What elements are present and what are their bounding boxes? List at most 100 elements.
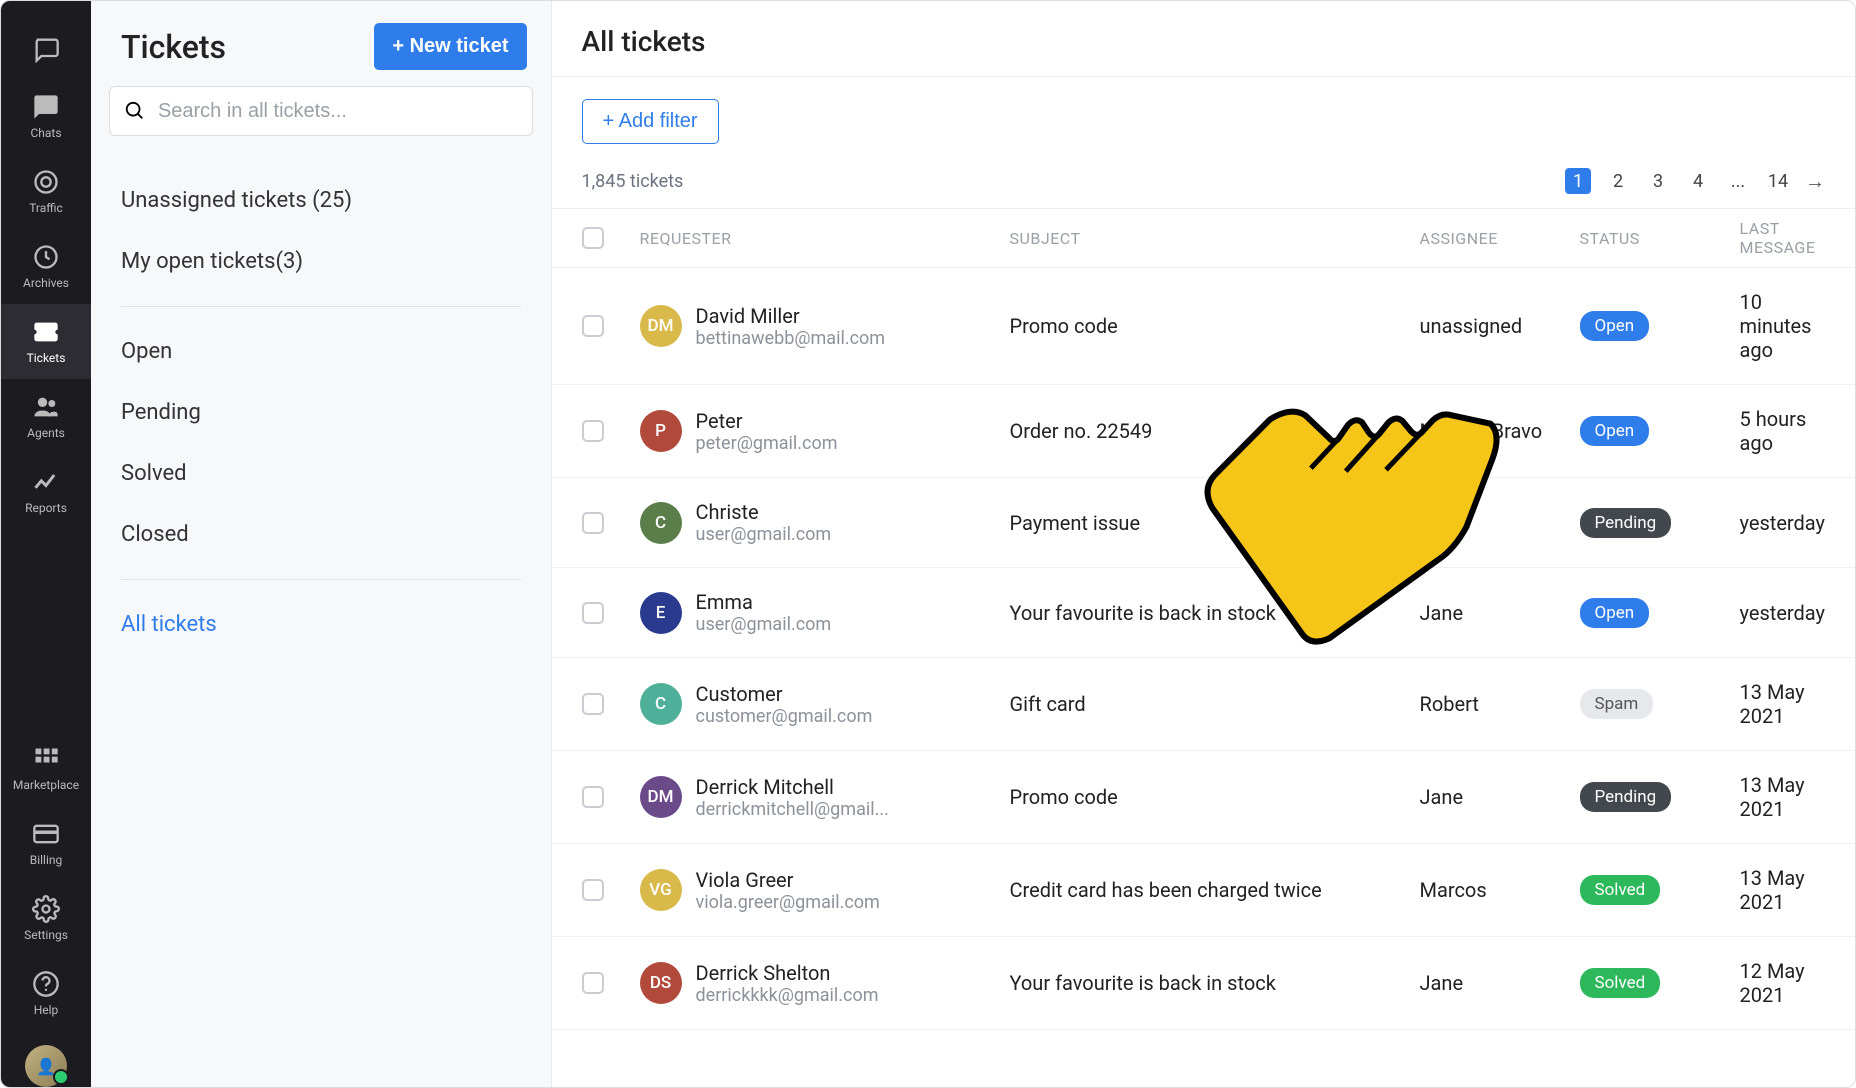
requester-email: bettinawebb@mail.com (696, 328, 886, 349)
requester-email: derrickkkk@gmail.com (696, 985, 879, 1006)
rail-label: Tickets (27, 351, 66, 365)
ticket-assignee: Jane (1420, 785, 1580, 809)
sidebar-item-open[interactable]: Open (91, 321, 551, 382)
ticket-count: 1,845 tickets (582, 171, 684, 192)
table-row[interactable]: DM David Miller bettinawebb@mail.com Pro… (552, 268, 1855, 385)
table-row[interactable]: E Emma user@gmail.com Your favourite is … (552, 568, 1855, 658)
rail-billing[interactable]: Billing (1, 806, 91, 881)
requester-name: Viola Greer (696, 868, 880, 892)
ticket-assignee: Marcos Bravo (1420, 419, 1580, 443)
rail-label: Agents (27, 426, 65, 440)
status-badge: Spam (1580, 689, 1654, 719)
ticket-lastmsg: 13 May 2021 (1740, 773, 1825, 821)
row-checkbox[interactable] (582, 420, 604, 442)
table-row[interactable]: C Customer customer@gmail.com Gift card … (552, 658, 1855, 751)
status-badge: Solved (1580, 875, 1661, 905)
page-4[interactable]: 4 (1685, 168, 1711, 194)
sidebar-item-pending[interactable]: Pending (91, 382, 551, 443)
rail-settings[interactable]: Settings (1, 881, 91, 956)
requester-email: viola.greer@gmail.com (696, 892, 880, 913)
rail-chats[interactable]: Chats (1, 79, 91, 154)
add-filter-button[interactable]: + Add filter (582, 99, 719, 144)
requester-avatar: C (640, 683, 682, 725)
table-row[interactable]: DM Derrick Mitchell derrickmitchell@gmai… (552, 751, 1855, 844)
page-3[interactable]: 3 (1645, 168, 1671, 194)
requester-avatar: VG (640, 869, 682, 911)
ticket-lastmsg: 12 May 2021 (1740, 959, 1825, 1007)
ticket-assignee: unassigned (1420, 314, 1580, 338)
row-checkbox[interactable] (582, 315, 604, 337)
ticket-assignee: Jane (1420, 601, 1580, 625)
row-checkbox[interactable] (582, 602, 604, 624)
requester-name: Customer (696, 682, 873, 706)
rail-archives[interactable]: Archives (1, 229, 91, 304)
sidebar-item-unassigned[interactable]: Unassigned tickets (25) (91, 170, 551, 231)
rail-marketplace[interactable]: Marketplace (1, 731, 91, 806)
row-checkbox[interactable] (582, 972, 604, 994)
requester-avatar: P (640, 410, 682, 452)
col-lastmsg: LAST MESSAGE (1740, 219, 1825, 257)
ticket-subject: Promo code (1010, 314, 1420, 338)
rail-label: Reports (25, 501, 67, 515)
status-badge: Open (1580, 311, 1650, 341)
rail-agents[interactable]: Agents (1, 379, 91, 454)
page-next-icon[interactable]: → (1805, 169, 1825, 194)
rail-help[interactable]: Help (1, 956, 91, 1031)
requester-avatar: C (640, 502, 682, 544)
table-row[interactable]: VG Viola Greer viola.greer@gmail.com Cre… (552, 844, 1855, 937)
nav-rail: Chats Traffic Archives Tickets Agents Re… (1, 1, 91, 1087)
logo-icon[interactable] (1, 19, 91, 79)
table-row[interactable]: C Christe user@gmail.com Payment issue P… (552, 478, 1855, 568)
ticket-subject: Your favourite is back in stock (1010, 971, 1420, 995)
sidebar-item-all-tickets[interactable]: All tickets (91, 594, 551, 655)
search-input[interactable] (158, 100, 518, 123)
page-title: All tickets (582, 25, 1825, 58)
col-assignee: ASSIGNEE (1420, 229, 1580, 248)
requester-email: peter@gmail.com (696, 433, 838, 454)
row-checkbox[interactable] (582, 693, 604, 715)
rail-traffic[interactable]: Traffic (1, 154, 91, 229)
requester-name: David Miller (696, 304, 886, 328)
status-badge: Pending (1580, 782, 1672, 812)
divider (121, 579, 521, 580)
new-ticket-button[interactable]: + New ticket (374, 23, 526, 70)
search-box[interactable] (109, 86, 533, 136)
rail-reports[interactable]: Reports (1, 454, 91, 529)
row-checkbox[interactable] (582, 879, 604, 901)
ticket-lastmsg: yesterday (1740, 511, 1825, 535)
rail-tickets[interactable]: Tickets (1, 304, 91, 379)
page-14[interactable]: 14 (1765, 168, 1791, 194)
panel-title: Tickets (121, 28, 226, 66)
rail-label: Marketplace (13, 778, 79, 792)
divider (121, 306, 521, 307)
select-all-checkbox[interactable] (582, 227, 604, 249)
table-row[interactable]: P Peter peter@gmail.com Order no. 22549 … (552, 385, 1855, 478)
requester-avatar: DM (640, 776, 682, 818)
requester-email: customer@gmail.com (696, 706, 873, 727)
table-header: REQUESTER SUBJECT ASSIGNEE STATUS LAST M… (552, 208, 1855, 268)
table-row[interactable]: DS Derrick Shelton derrickkkk@gmail.com … (552, 937, 1855, 1030)
sidebar-item-closed[interactable]: Closed (91, 504, 551, 565)
page-ellipsis: ... (1725, 168, 1751, 194)
rail-label: Traffic (29, 201, 63, 215)
ticket-lastmsg: 13 May 2021 (1740, 680, 1825, 728)
requester-avatar: E (640, 592, 682, 634)
page-2[interactable]: 2 (1605, 168, 1631, 194)
user-avatar[interactable]: 👤 (25, 1045, 67, 1087)
ticket-subject: Order no. 22549 (1010, 419, 1420, 443)
page-1[interactable]: 1 (1565, 168, 1591, 194)
requester-name: Emma (696, 590, 832, 614)
search-icon (124, 99, 146, 123)
requester-avatar: DS (640, 962, 682, 1004)
sidebar-item-solved[interactable]: Solved (91, 443, 551, 504)
tickets-panel: Tickets + New ticket Unassigned tickets … (91, 1, 552, 1087)
status-badge: Solved (1580, 968, 1661, 998)
rail-label: Chats (30, 126, 61, 140)
requester-email: user@gmail.com (696, 614, 832, 635)
sidebar-item-myopen[interactable]: My open tickets(3) (91, 231, 551, 292)
ticket-subject: Your favourite is back in stock (1010, 601, 1420, 625)
rail-label: Archives (23, 276, 69, 290)
requester-name: Derrick Shelton (696, 961, 879, 985)
row-checkbox[interactable] (582, 786, 604, 808)
row-checkbox[interactable] (582, 512, 604, 534)
